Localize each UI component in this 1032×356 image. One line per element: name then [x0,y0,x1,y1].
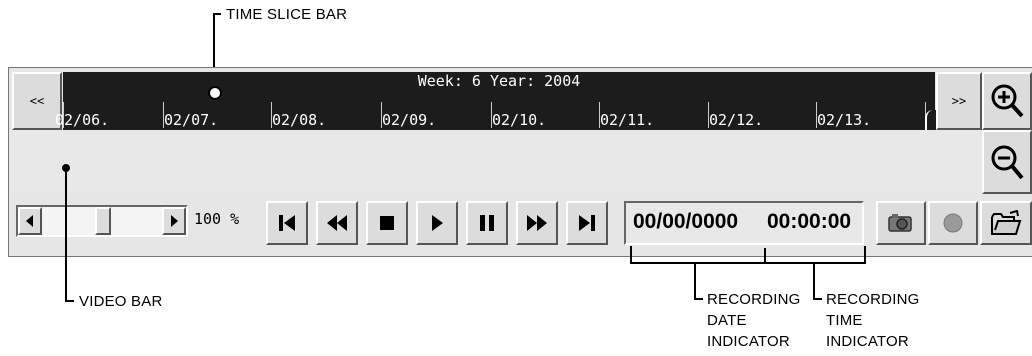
date-tick: 02/09. [382,111,437,129]
zoom-slider-left-arrow[interactable] [18,207,42,235]
skip-to-start-button[interactable] [266,201,308,245]
record-button[interactable] [928,201,978,245]
recording-time-callout: RECORDING TIME INDICATOR [826,291,920,350]
open-file-button[interactable] [980,201,1032,245]
recording-date-callout: RECORDING DATE INDICATOR [707,291,801,350]
video-bar-callout: VIDEO BAR [79,293,163,310]
next-week-button[interactable]: >> [936,72,982,130]
play-icon [432,215,443,231]
rewind-icon [327,215,347,231]
open-folder-icon [991,210,1022,235]
video-bar[interactable] [10,130,982,192]
stop-icon [380,216,394,230]
skip-end-icon [579,215,595,231]
skip-to-end-button[interactable] [566,201,608,245]
recording-date: 00/00/0000 [633,210,739,233]
week-label: Week: 6 Year: 2004 [417,72,581,90]
skip-start-icon [279,215,295,231]
date-tick: 02/11. [600,111,655,129]
date-tick: 02/12. [709,111,764,129]
zoom-percent: 100 % [194,210,240,228]
zoom-out-button[interactable] [982,130,1032,194]
zoom-out-icon [991,145,1024,180]
fast-forward-icon [527,215,547,231]
time-slice-bar[interactable]: Week: 6 Year: 2004 02/06. 02/07. 02/08. … [55,72,937,130]
camera-icon [888,214,912,232]
previous-week-label: << [29,94,45,108]
snapshot-button[interactable] [876,201,926,245]
rewind-button[interactable] [316,201,358,245]
zoom-slider-thumb[interactable] [95,207,111,235]
date-tick: 02/06. [55,111,110,129]
record-icon [943,213,963,233]
time-slice-bar-callout: TIME SLICE BAR [226,6,348,23]
fast-forward-button[interactable] [516,201,558,245]
triangle-left-icon [26,215,33,227]
triangle-right-icon [171,215,178,227]
next-week-label: >> [951,94,967,108]
date-tick: 02/10. [492,111,547,129]
zoom-in-button[interactable] [982,72,1032,130]
zoom-slider-right-arrow[interactable] [162,207,186,235]
date-tick: 02/08. [272,111,327,129]
play-button[interactable] [416,201,458,245]
date-tick: 02/07. [164,111,219,129]
zoom-in-icon [991,84,1024,118]
recording-time: 00:00:00 [767,210,852,233]
date-tick: 02/13. [817,111,872,129]
stop-button[interactable] [366,201,408,245]
pause-icon [480,215,494,231]
pause-button[interactable] [466,201,508,245]
